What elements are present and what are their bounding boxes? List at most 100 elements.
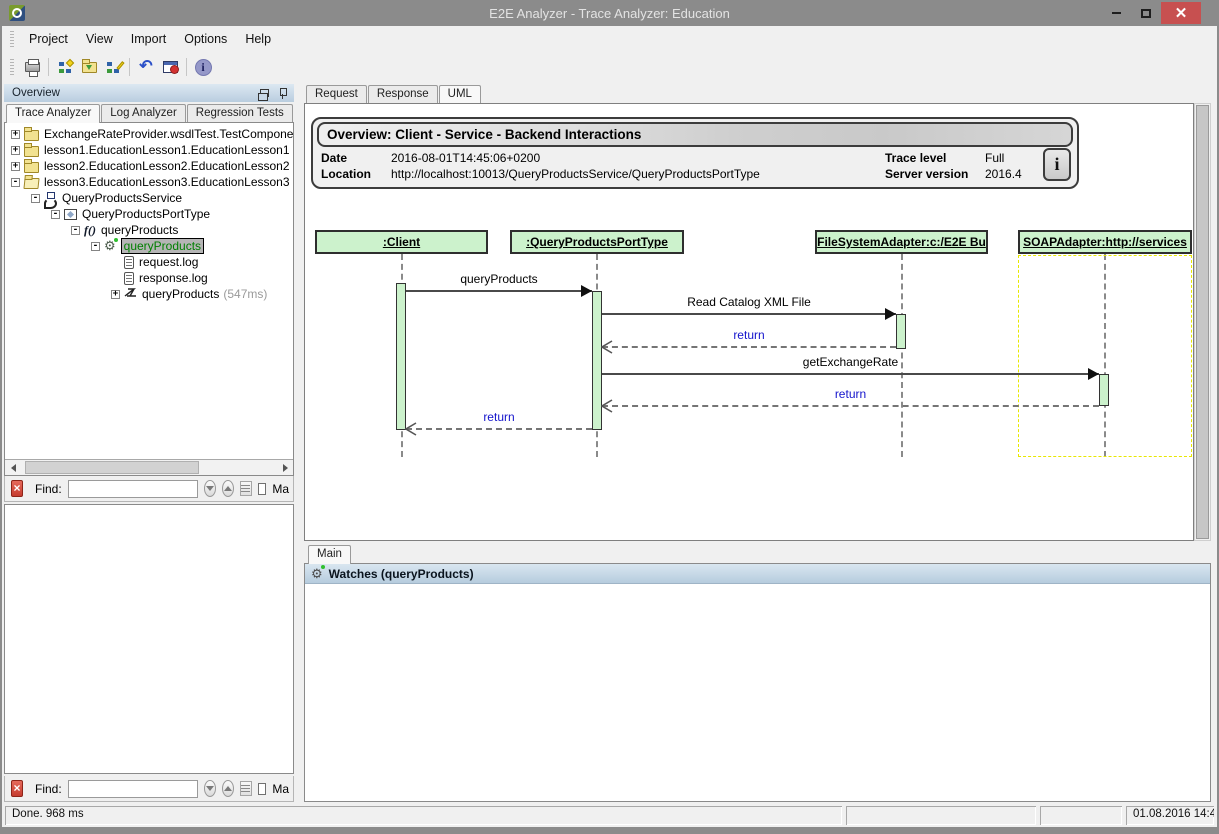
watches-header: Watches (queryProducts) <box>305 564 1210 584</box>
collapse-icon[interactable] <box>31 194 40 203</box>
message-getexchangerate[interactable] <box>602 373 1099 375</box>
expand-icon[interactable] <box>11 146 20 155</box>
activation-filesystemadapter[interactable] <box>896 314 906 349</box>
import-button[interactable] <box>78 56 100 78</box>
tree-item[interactable]: request.log <box>5 254 293 270</box>
collapse-icon[interactable] <box>91 242 100 251</box>
tree-item[interactable]: queryProducts <box>5 222 293 238</box>
collapse-icon[interactable] <box>11 178 20 187</box>
expand-icon[interactable] <box>11 162 20 171</box>
tree-horizontal-scrollbar[interactable] <box>5 459 293 475</box>
expand-icon[interactable] <box>11 130 20 139</box>
lifeline-head-soapadapter[interactable]: SOAPAdapter:http://services <box>1018 230 1192 254</box>
tree-item-label: lesson3.EducationLesson3.EducationLesson… <box>44 175 290 189</box>
service-icon <box>44 192 57 205</box>
scroll-right-icon[interactable] <box>277 460 293 475</box>
message-return-client[interactable] <box>406 428 592 430</box>
message-queryproducts[interactable] <box>406 290 592 292</box>
server-version-label: Server version <box>885 166 985 182</box>
menu-grip[interactable] <box>10 31 14 47</box>
new-analysis-button[interactable] <box>54 56 76 78</box>
menu-view[interactable]: View <box>77 28 122 50</box>
watches-panel: Watches (queryProducts) <box>304 563 1211 802</box>
activation-client[interactable] <box>396 283 406 430</box>
float-window-icon[interactable] <box>260 89 269 97</box>
message-return-fs[interactable] <box>602 346 896 348</box>
new-analysis-icon <box>59 61 72 74</box>
open-arrowhead-icon <box>405 422 417 441</box>
window-title: E2E Analyzer - Trace Analyzer: Education <box>2 6 1217 21</box>
trace-window-button[interactable] <box>159 56 181 78</box>
find-previous-button[interactable] <box>222 780 234 797</box>
watches-body[interactable] <box>305 584 1210 801</box>
find-options-button[interactable] <box>240 781 252 796</box>
lifeline-head-filesystemadapter[interactable]: FileSystemAdapter:c:/E2E Bu <box>815 230 988 254</box>
menu-help[interactable]: Help <box>236 28 280 50</box>
tab-main[interactable]: Main <box>308 545 351 564</box>
tab-trace-analyzer[interactable]: Trace Analyzer <box>6 104 100 123</box>
tree-item[interactable]: ExchangeRateProvider.wsdlTest.TestCompon… <box>5 126 293 142</box>
scroll-left-icon[interactable] <box>5 460 21 475</box>
tree-item[interactable]: lesson2.EducationLesson2.EducationLesson… <box>5 158 293 174</box>
overview-panel-title: Overview <box>12 87 60 99</box>
find-input[interactable] <box>68 480 198 498</box>
lifeline-head-porttype[interactable]: :QueryProductsPortType <box>510 230 684 254</box>
tab-request[interactable]: Request <box>306 85 367 103</box>
lifeline-head-client[interactable]: :Client <box>315 230 488 254</box>
print-button[interactable] <box>21 56 43 78</box>
find-options-button[interactable] <box>240 481 252 496</box>
menu-options[interactable]: Options <box>175 28 236 50</box>
panel-splitter[interactable] <box>294 82 304 804</box>
scrollbar-thumb[interactable] <box>1196 105 1209 539</box>
folder-icon <box>24 162 39 173</box>
message-read-catalog[interactable] <box>602 313 896 315</box>
find-next-button[interactable] <box>204 780 216 797</box>
tree-item[interactable]: lesson1.EducationLesson1.EducationLesson… <box>5 142 293 158</box>
uml-sequence-diagram[interactable]: Overview: Client - Service - Backend Int… <box>304 103 1194 541</box>
toolbar-grip[interactable] <box>10 59 14 75</box>
maximize-button[interactable] <box>1131 3 1161 23</box>
find-previous-button[interactable] <box>222 480 234 497</box>
activation-soapadapter[interactable] <box>1099 374 1109 406</box>
menu-import[interactable]: Import <box>122 28 175 50</box>
pin-icon[interactable] <box>279 88 286 99</box>
date-value: 2016-08-01T14:45:06+0200 <box>391 150 540 166</box>
tree-item[interactable]: QueryProductsService <box>5 190 293 206</box>
diagram-info-button[interactable]: i <box>1043 148 1071 181</box>
minimize-button[interactable] <box>1101 3 1131 23</box>
toolbar: ↶ i <box>2 52 1217 82</box>
log-file-icon <box>124 272 134 285</box>
tree-item[interactable]: lesson3.EducationLesson3.EducationLesson… <box>5 174 293 190</box>
tab-uml[interactable]: UML <box>439 85 481 104</box>
scrollbar-thumb[interactable] <box>25 461 199 474</box>
close-button[interactable]: ✕ <box>1161 2 1201 24</box>
edit-analysis-button[interactable] <box>102 56 124 78</box>
up-arrow-icon <box>224 486 232 491</box>
match-case-checkbox[interactable] <box>258 483 267 495</box>
menu-project[interactable]: Project <box>20 28 77 50</box>
find-close-icon[interactable]: × <box>11 480 23 497</box>
tab-log-analyzer[interactable]: Log Analyzer <box>101 104 186 122</box>
import-folder-icon <box>82 62 97 73</box>
tree-item-selected[interactable]: queryProducts <box>5 238 293 254</box>
trace-level-value: Full <box>985 150 1033 166</box>
find-input[interactable] <box>68 780 198 798</box>
collapse-icon[interactable] <box>71 226 80 235</box>
tree-item[interactable]: queryProducts(547ms) <box>5 286 293 302</box>
expand-icon[interactable] <box>111 290 120 299</box>
info-button[interactable]: i <box>192 56 214 78</box>
tab-response[interactable]: Response <box>368 85 438 103</box>
undo-button[interactable]: ↶ <box>135 56 157 78</box>
tree-item[interactable]: response.log <box>5 270 293 286</box>
diagram-tab-bar: Main <box>304 541 1211 563</box>
message-return-soap[interactable] <box>602 405 1099 407</box>
find-next-button[interactable] <box>204 480 216 497</box>
match-case-checkbox[interactable] <box>258 783 267 795</box>
find-close-icon[interactable]: × <box>11 780 23 797</box>
tab-regression-tests[interactable]: Regression Tests <box>187 104 293 122</box>
menu-bar: Project View Import Options Help <box>2 26 1217 52</box>
open-arrowhead-icon <box>601 399 613 418</box>
uml-vertical-scrollbar[interactable] <box>1194 103 1211 541</box>
collapse-icon[interactable] <box>51 210 60 219</box>
info-icon: i <box>195 59 212 76</box>
